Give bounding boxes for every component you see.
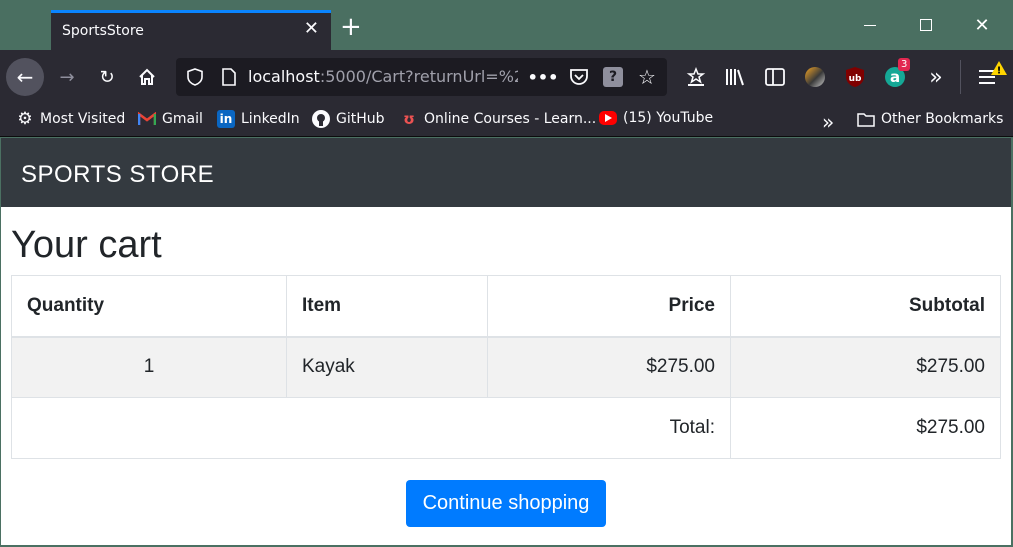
page-actions-icon[interactable]: ••• xyxy=(528,66,559,88)
ublock-icon: ub xyxy=(846,67,864,87)
address-bar[interactable]: localhost:5000/Cart?returnUrl=%2F ••• ? … xyxy=(176,58,667,96)
bookmark-label: (15) YouTube xyxy=(623,110,714,126)
bookmark-label: Most Visited xyxy=(40,111,126,127)
bookmark-most-visited[interactable]: ⚙ Most Visited xyxy=(16,109,126,129)
bookmark-gmail[interactable]: Gmail xyxy=(138,110,203,128)
svg-text:ub: ub xyxy=(849,74,862,84)
browser-tab[interactable]: SportsStore ✕ xyxy=(51,10,331,50)
library-button[interactable] xyxy=(722,64,748,90)
close-window-button[interactable]: ✕ xyxy=(962,10,1002,40)
arrow-left-icon: ← xyxy=(16,65,34,89)
bookmark-label: Gmail xyxy=(162,111,203,127)
url-host: localhost xyxy=(248,67,320,86)
reader-help-icon[interactable]: ? xyxy=(602,66,624,88)
svg-text:!: ! xyxy=(997,66,1002,77)
minimize-icon xyxy=(864,24,876,26)
close-icon: ✕ xyxy=(974,14,990,36)
gmail-icon xyxy=(138,110,156,128)
tab-title: SportsStore xyxy=(62,23,144,39)
total-label: Total: xyxy=(11,397,731,459)
reload-button[interactable]: ↻ xyxy=(94,64,120,90)
extension-badge: 3 xyxy=(898,58,911,71)
url-text[interactable]: localhost:5000/Cart?returnUrl=%2F xyxy=(248,67,518,86)
ublock-button[interactable]: ub xyxy=(842,64,868,90)
star-icon[interactable]: ☆ xyxy=(636,65,658,89)
bookmarks-toolbar: ⚙ Most Visited Gmail in LinkedIn GitHub … xyxy=(0,104,1013,137)
sidebar-icon xyxy=(765,68,785,86)
bookmark-label: Online Courses - Learn... xyxy=(424,111,597,127)
bookmark-label: LinkedIn xyxy=(241,111,300,127)
bookmarks-overflow-button[interactable]: » xyxy=(822,110,834,134)
extension-button[interactable] xyxy=(802,64,828,90)
cell-item: Kayak xyxy=(286,336,488,398)
table-header-row: Quantity Item Price Subtotal xyxy=(11,275,1001,338)
new-tab-button[interactable]: + xyxy=(340,14,362,40)
site-brand[interactable]: SPORTS STORE xyxy=(21,161,214,189)
toolbar-divider xyxy=(960,60,961,94)
column-header-price: Price xyxy=(487,275,731,338)
navigation-toolbar: ← → ↻ localhost:5000/Cart?returnUrl=%2F … xyxy=(0,50,1013,104)
maximize-button[interactable] xyxy=(906,10,946,40)
avatar-extension-icon xyxy=(805,67,825,87)
gear-icon: ⚙ xyxy=(17,109,33,129)
table-row: 1 Kayak $275.00 $275.00 xyxy=(11,336,1001,398)
star-tray-icon xyxy=(686,67,706,86)
cell-price: $275.00 xyxy=(487,336,731,398)
table-total-row: Total: $275.00 xyxy=(11,397,1001,459)
site-navbar: SPORTS STORE xyxy=(1,138,1011,207)
folder-icon xyxy=(857,110,875,128)
cell-subtotal: $275.00 xyxy=(730,336,1001,398)
github-icon xyxy=(312,110,330,128)
cell-quantity: 1 xyxy=(11,336,287,398)
back-button[interactable]: ← xyxy=(6,58,44,96)
overflow-menu-button[interactable]: » xyxy=(923,64,949,90)
cart-table: Quantity Item Price Subtotal 1 Kayak $27… xyxy=(11,275,1001,459)
page-content: SPORTS STORE Your cart Quantity Item Pri… xyxy=(1,138,1011,545)
sidebar-button[interactable] xyxy=(762,64,788,90)
warning-icon: ! xyxy=(990,60,1008,80)
bookmark-label: GitHub xyxy=(336,111,385,127)
shield-icon[interactable] xyxy=(184,66,206,88)
arrow-right-icon: → xyxy=(59,66,75,88)
udemy-icon: ʊ xyxy=(403,110,415,128)
bookmark-youtube[interactable]: (15) YouTube xyxy=(599,110,713,126)
column-header-item: Item xyxy=(286,275,488,338)
column-header-subtotal: Subtotal xyxy=(730,275,1001,338)
home-button[interactable] xyxy=(134,64,160,90)
column-header-quantity: Quantity xyxy=(11,275,287,338)
bookmark-other[interactable]: Other Bookmarks xyxy=(857,110,1003,128)
minimize-button[interactable] xyxy=(850,10,890,40)
bookmark-github[interactable]: GitHub xyxy=(312,110,385,128)
youtube-icon xyxy=(599,111,617,125)
save-to-pocket-button[interactable] xyxy=(683,64,709,90)
continue-shopping-button[interactable]: Continue shopping xyxy=(406,480,606,527)
chevrons-right-icon: » xyxy=(929,64,943,90)
home-icon xyxy=(139,68,155,85)
maximize-icon xyxy=(920,19,932,31)
library-icon xyxy=(726,69,744,86)
browser-titlebar: SportsStore ✕ + ✕ xyxy=(0,0,1013,50)
forward-button[interactable]: → xyxy=(54,64,80,90)
total-value: $275.00 xyxy=(730,397,1001,459)
page-title: Your cart xyxy=(11,224,162,266)
url-path: :5000/Cart?returnUrl=%2F xyxy=(319,67,518,86)
bookmark-linkedin[interactable]: in LinkedIn xyxy=(217,110,300,128)
page-icon xyxy=(218,66,240,88)
bookmark-label: Other Bookmarks xyxy=(881,111,1004,127)
pocket-icon[interactable] xyxy=(568,66,590,88)
linkedin-icon: in xyxy=(217,110,235,128)
reload-icon: ↻ xyxy=(99,66,115,88)
chevrons-right-icon: » xyxy=(822,110,835,134)
close-tab-icon[interactable]: ✕ xyxy=(304,20,319,38)
bookmark-online-courses[interactable]: ʊ Online Courses - Learn... xyxy=(400,110,596,128)
